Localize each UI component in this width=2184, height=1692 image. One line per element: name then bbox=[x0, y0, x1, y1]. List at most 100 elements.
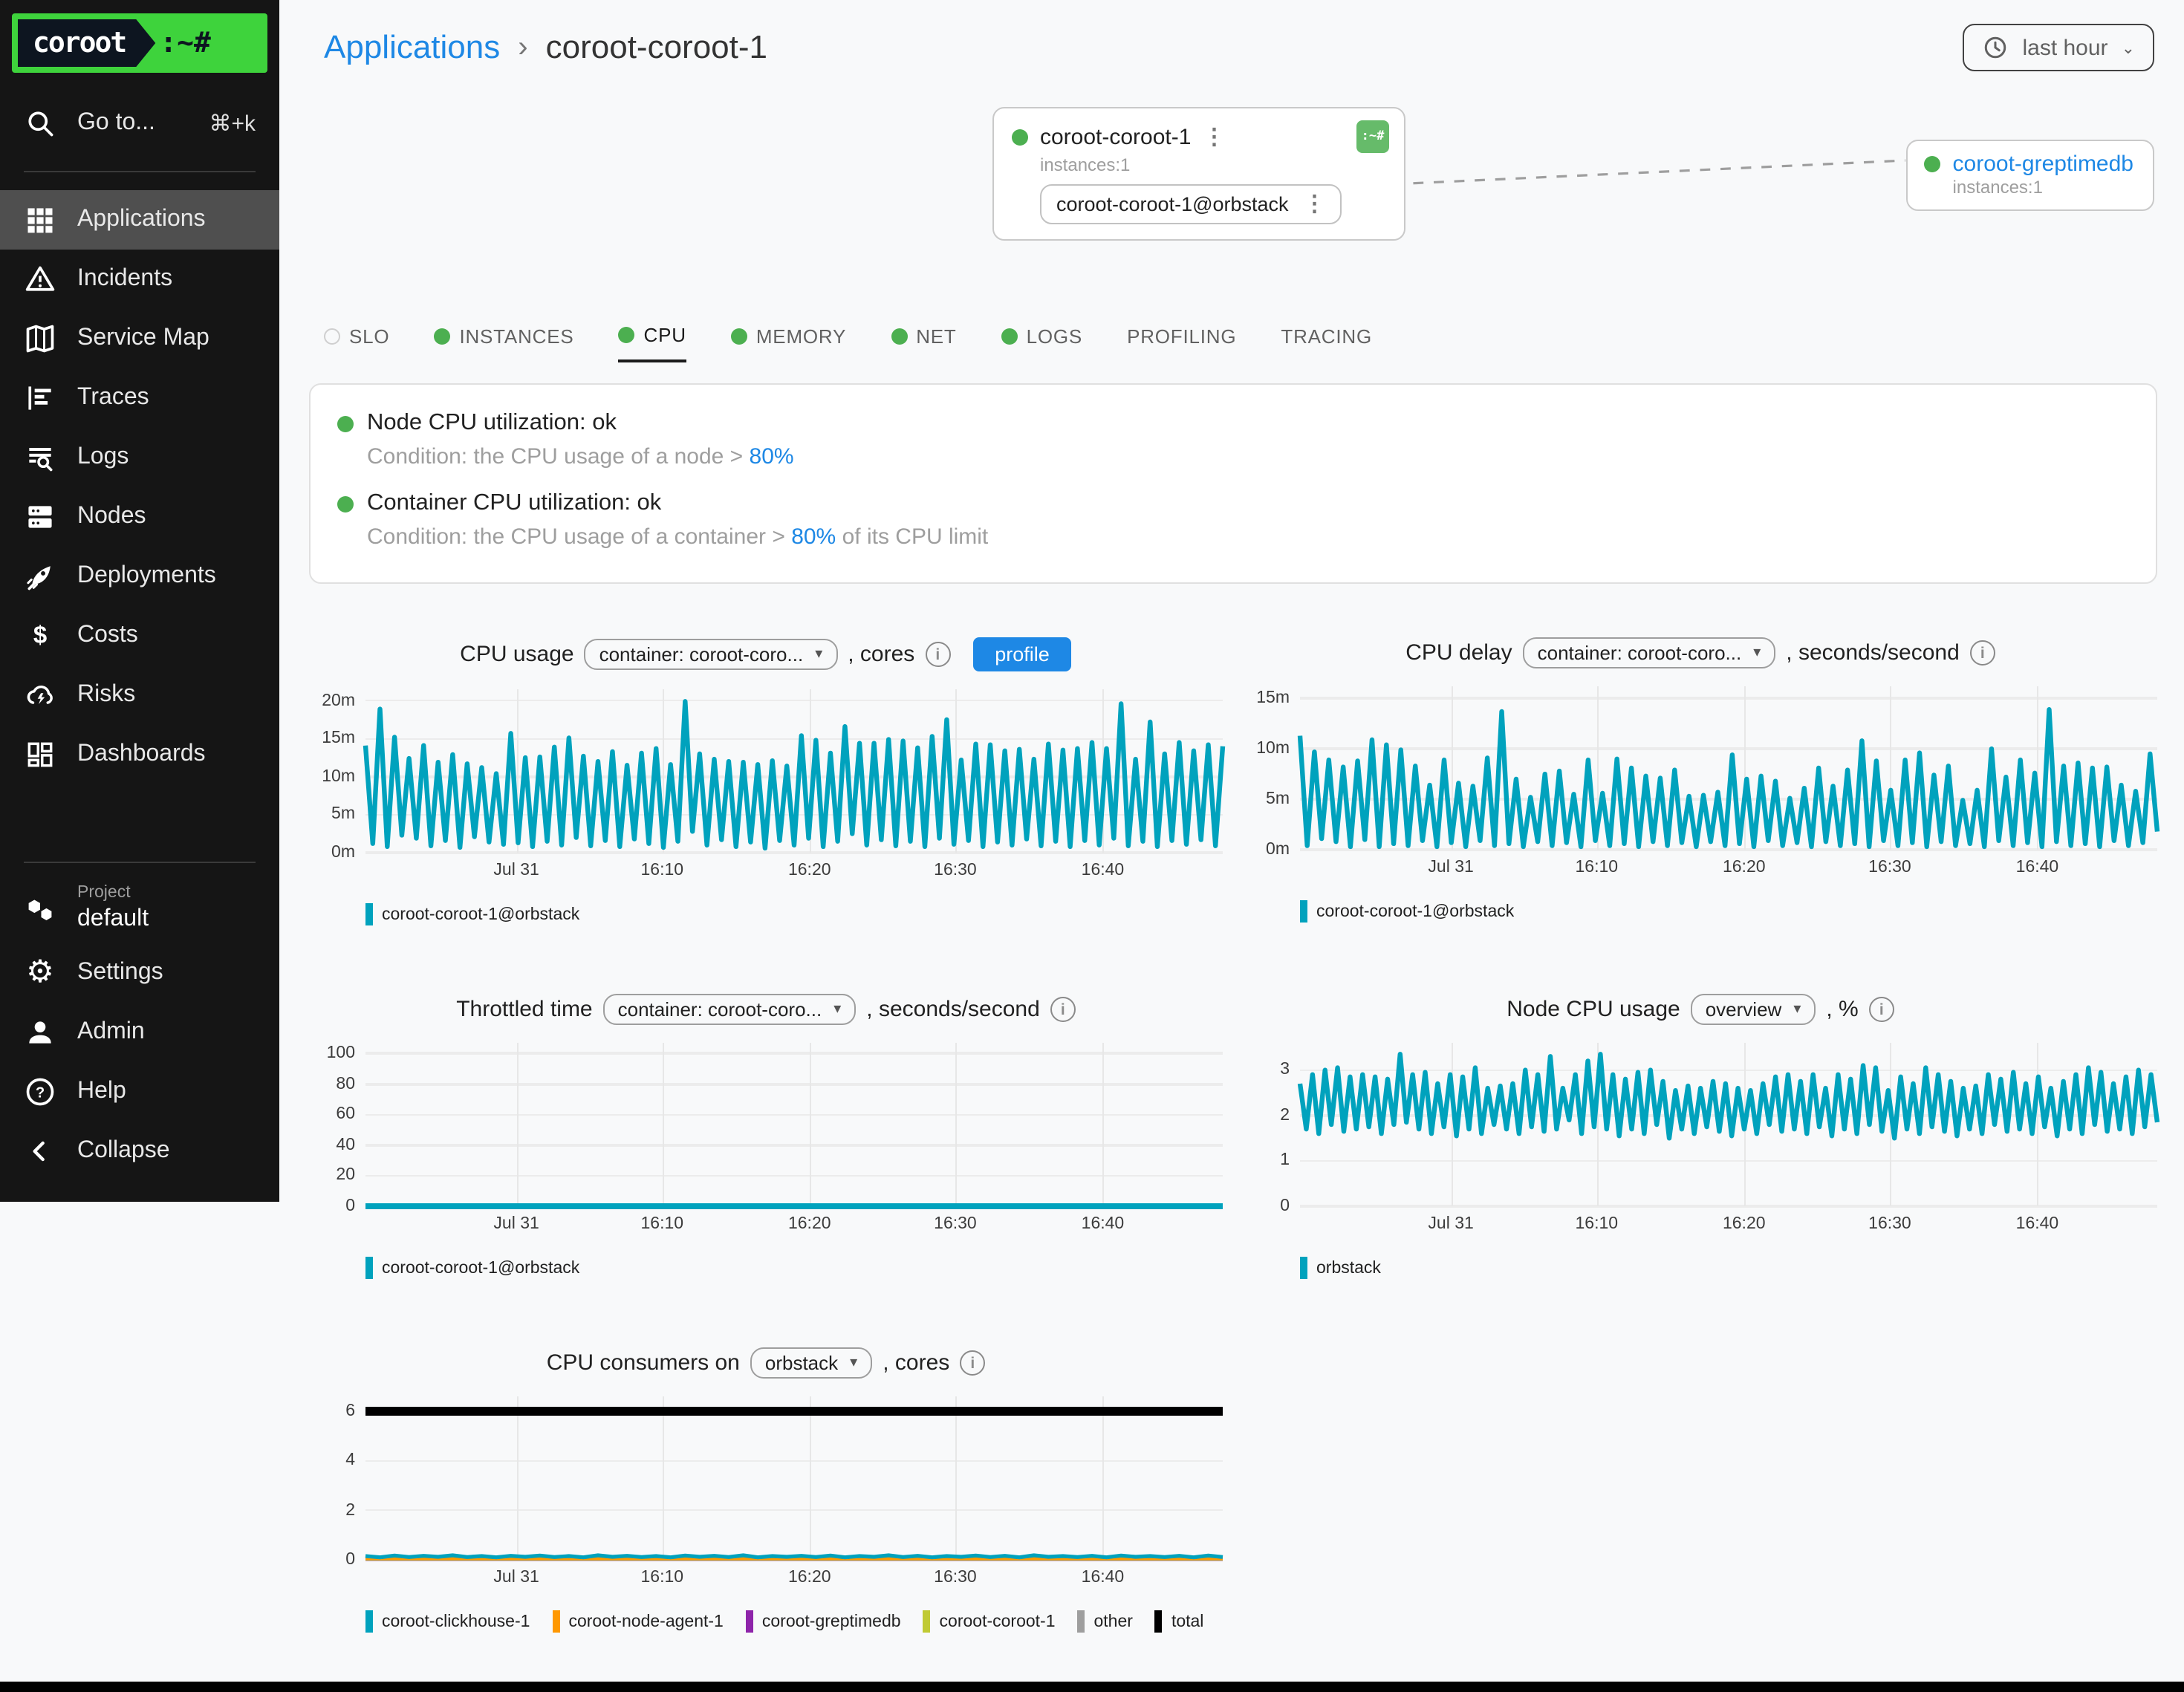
legend-item-other[interactable]: other bbox=[1078, 1610, 1133, 1633]
chart-unit-text: , seconds/second bbox=[1786, 640, 1960, 666]
chevron-left-icon bbox=[24, 1135, 56, 1168]
throttled-time-selector[interactable]: container: coroot-coro...▾ bbox=[603, 994, 857, 1025]
x-tick-label: 16:40 bbox=[2016, 1215, 2059, 1233]
condition-text: Condition: the CPU usage of a container … bbox=[367, 524, 791, 550]
time-range-picker[interactable]: last hour ⌄ bbox=[1963, 24, 2154, 71]
x-tick-label: 16:10 bbox=[1576, 1215, 1619, 1233]
legend-color-bar bbox=[1078, 1610, 1085, 1633]
legend-item-coroot-clickhouse-1[interactable]: coroot-clickhouse-1 bbox=[365, 1610, 530, 1633]
tab-status-dot-green bbox=[891, 328, 907, 345]
sidebar-item-costs[interactable]: $Costs bbox=[0, 606, 279, 666]
coroot-app: coroot :~# Go to... ⌘+k ApplicationsInci… bbox=[0, 0, 2184, 1692]
x-tick-label: 16:30 bbox=[934, 1215, 977, 1233]
x-tick-label: 16:20 bbox=[1723, 1215, 1766, 1233]
legend-item-coroot-coroot-1-orbstack[interactable]: coroot-coroot-1@orbstack bbox=[1300, 900, 1514, 923]
breadcrumb-applications-link[interactable]: Applications bbox=[324, 28, 500, 67]
sidebar-item-nodes[interactable]: Nodes bbox=[0, 487, 279, 547]
sidebar-item-label: Traces bbox=[77, 385, 149, 411]
sidebar-item-applications[interactable]: Applications bbox=[0, 190, 279, 250]
cpu-consumers-selector[interactable]: orbstack▾ bbox=[750, 1347, 872, 1379]
chart-canvas bbox=[365, 689, 1223, 853]
chart-legend: coroot-clickhouse-1 coroot-node-agent-1 co… bbox=[365, 1610, 1223, 1633]
info-icon[interactable]: i bbox=[1869, 997, 1894, 1022]
legend-color-bar bbox=[1300, 1257, 1307, 1279]
legend-color-bar bbox=[365, 1257, 373, 1279]
tab-status-dot-green bbox=[434, 328, 450, 345]
cpu-usage-selector[interactable]: container: coroot-coro...▾ bbox=[585, 639, 838, 670]
tab-status-dot-green bbox=[619, 327, 635, 343]
goto-search[interactable]: Go to... ⌘+k bbox=[0, 94, 279, 153]
goto-label: Go to... bbox=[77, 110, 155, 137]
legend-item-orbstack[interactable]: orbstack bbox=[1300, 1257, 1381, 1279]
sidebar-item-collapse[interactable]: Collapse bbox=[0, 1122, 279, 1181]
rocket-icon bbox=[24, 560, 56, 593]
apps-icon bbox=[24, 204, 56, 236]
legend-color-bar bbox=[923, 1610, 931, 1633]
profile-button[interactable]: profile bbox=[972, 637, 1072, 671]
chart-title-text: CPU delay bbox=[1405, 640, 1512, 666]
sidebar-item-help[interactable]: ?Help bbox=[0, 1062, 279, 1122]
tab-logs[interactable]: LOGS bbox=[1001, 324, 1082, 362]
chart-title-cpu-usage: CPU usagecontainer: coroot-coro...▾, cor… bbox=[309, 637, 1223, 671]
kebab-menu-icon[interactable]: ⋮ bbox=[1203, 126, 1225, 148]
check-condition: Condition: the CPU usage of a container … bbox=[367, 524, 2129, 550]
legend-item-coroot-coroot-1-orbstack[interactable]: coroot-coroot-1@orbstack bbox=[365, 903, 579, 925]
tab-instances[interactable]: INSTANCES bbox=[434, 324, 573, 362]
threshold-link[interactable]: 80% bbox=[750, 444, 794, 469]
db-node-name-link[interactable]: coroot-greptimedb bbox=[1953, 152, 2133, 177]
series-line-coroot-coroot-1-orbstack bbox=[365, 701, 1223, 847]
tab-cpu[interactable]: CPU bbox=[619, 324, 686, 362]
legend-item-total[interactable]: total bbox=[1155, 1610, 1204, 1633]
tab-net[interactable]: NET bbox=[891, 324, 956, 362]
legend-item-coroot-coroot-1[interactable]: coroot-coroot-1 bbox=[923, 1610, 1056, 1633]
y-tick-label: 5m bbox=[1266, 790, 1290, 808]
info-icon[interactable]: i bbox=[1970, 640, 1995, 666]
tab-profiling[interactable]: PROFILING bbox=[1127, 324, 1236, 362]
y-tick-label: 40 bbox=[336, 1136, 355, 1154]
legend-item-coroot-greptimedb[interactable]: coroot-greptimedb bbox=[746, 1610, 901, 1633]
legend-item-coroot-coroot-1-orbstack[interactable]: coroot-coroot-1@orbstack bbox=[365, 1257, 579, 1279]
legend-item-coroot-node-agent-1[interactable]: coroot-node-agent-1 bbox=[552, 1610, 723, 1633]
info-icon[interactable]: i bbox=[960, 1350, 985, 1376]
coroot-logo[interactable]: coroot :~# bbox=[12, 13, 267, 73]
sidebar-item-service-map[interactable]: Service Map bbox=[0, 309, 279, 368]
tab-tracing[interactable]: TRACING bbox=[1281, 324, 1372, 362]
instance-pill-coroot-coroot-1-orbstack[interactable]: coroot-coroot-1@orbstack ⋮ bbox=[1040, 184, 1342, 224]
tab-memory[interactable]: MEMORY bbox=[731, 324, 846, 362]
sidebar-item-logs[interactable]: Logs bbox=[0, 428, 279, 487]
clock-icon bbox=[1982, 34, 2009, 61]
cpu-delay-selector[interactable]: container: coroot-coro...▾ bbox=[1523, 637, 1776, 668]
sidebar-item-admin[interactable]: Admin bbox=[0, 1003, 279, 1062]
sidebar-item-project[interactable]: Project default bbox=[0, 878, 279, 943]
x-tick-label: 16:40 bbox=[2016, 859, 2059, 876]
threshold-link[interactable]: 80% bbox=[791, 524, 836, 550]
plot-area bbox=[1300, 686, 2157, 850]
sidebar-item-incidents[interactable]: Incidents bbox=[0, 250, 279, 309]
sidebar-item-settings[interactable]: ⚙Settings bbox=[0, 943, 279, 1003]
sidebar-item-risks[interactable]: Risks bbox=[0, 666, 279, 725]
legend-label: coroot-coroot-1@orbstack bbox=[1316, 902, 1514, 920]
x-tick-label: 16:40 bbox=[1082, 1215, 1125, 1233]
sidebar-item-deployments[interactable]: Deployments bbox=[0, 547, 279, 606]
service-map-node-coroot-greptimedb[interactable]: coroot-greptimedb instances:1 bbox=[1907, 140, 2154, 211]
sidebar-item-label: Settings bbox=[77, 960, 163, 986]
instance-name: coroot-coroot-1@orbstack bbox=[1056, 193, 1289, 215]
sidebar-item-traces[interactable]: Traces bbox=[0, 368, 279, 428]
chart-node-cpu-usage: Node CPU usageoverview▾, %i0123Jul 3116:… bbox=[1244, 994, 2157, 1279]
info-icon[interactable]: i bbox=[1050, 997, 1076, 1022]
tab-slo[interactable]: SLO bbox=[324, 324, 389, 362]
chart-canvas bbox=[365, 1396, 1223, 1560]
node-cpu-usage-selector[interactable]: overview▾ bbox=[1691, 994, 1816, 1025]
service-map-node-coroot-coroot-1[interactable]: coroot-coroot-1 ⋮ :~# instances:1 coroot… bbox=[992, 107, 1405, 241]
kebab-menu-icon[interactable]: ⋮ bbox=[1304, 193, 1326, 215]
sidebar-item-label: Logs bbox=[77, 444, 129, 471]
legend-label: total bbox=[1171, 1613, 1204, 1630]
y-tick-label: 60 bbox=[336, 1106, 355, 1124]
db-node-instances: instances:1 bbox=[1953, 177, 2133, 198]
info-icon[interactable]: i bbox=[925, 642, 950, 667]
sidebar-item-label: Deployments bbox=[77, 563, 216, 590]
logo-wordmark: coroot bbox=[18, 19, 155, 67]
legend-label: coroot-clickhouse-1 bbox=[382, 1613, 530, 1630]
sidebar-item-dashboards[interactable]: Dashboards bbox=[0, 725, 279, 784]
chart-legend: orbstack bbox=[1300, 1257, 2157, 1279]
